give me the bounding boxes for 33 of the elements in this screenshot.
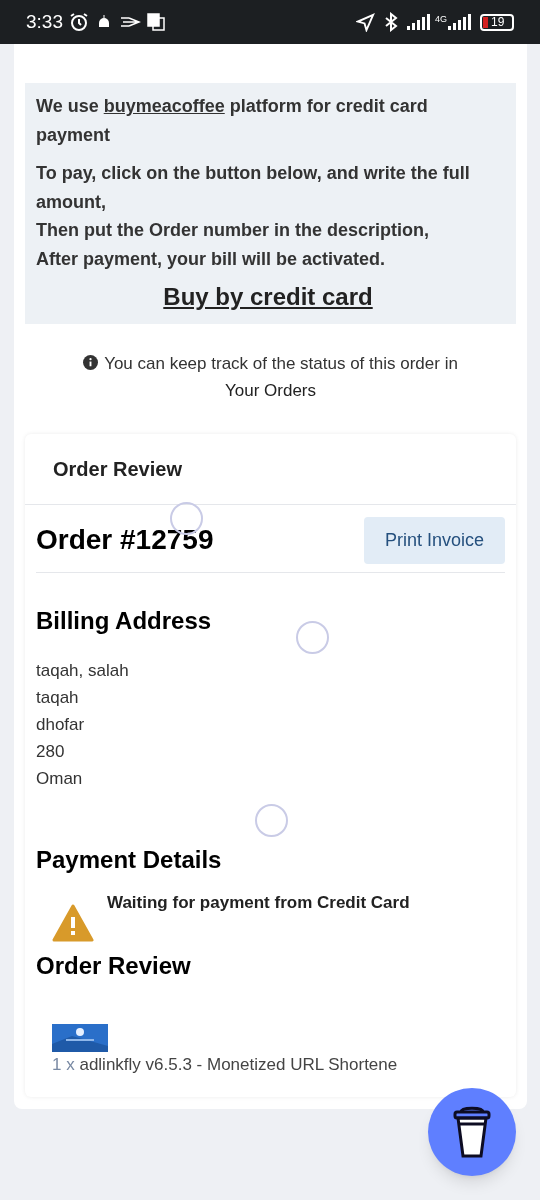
- address-line: dhofar: [36, 713, 85, 736]
- navigation-icon: [356, 12, 375, 32]
- item-name: adlinkfly v6.5.3 - Monetized URL Shortene: [79, 1054, 398, 1074]
- section-title: Billing Address: [36, 605, 212, 636]
- battery-level: 19: [491, 16, 505, 28]
- signal-icon: [448, 14, 472, 30]
- card-header: Order Review: [53, 456, 183, 482]
- section-title: Payment Details: [36, 844, 222, 875]
- coffee-cup-icon: [452, 1104, 492, 1160]
- touch-indicator: [296, 621, 329, 654]
- print-invoice-button[interactable]: Print Invoice: [363, 516, 505, 564]
- signal-icon: [407, 14, 431, 30]
- info-text: To pay, click on the button below, and write the full amount, Then put the Order number in the description, After payment, your bill will be activated.: [36, 162, 471, 271]
- warning-icon: [52, 903, 94, 942]
- section-title: Order Review: [36, 950, 191, 981]
- order-number: Order #12759: [36, 523, 214, 557]
- address-line: taqah, salah: [36, 659, 129, 682]
- battery-fill: [483, 16, 488, 28]
- touch-indicator: [255, 804, 288, 837]
- order-tracking-notice: You can keep track of the status of this order in Your Orders: [14, 349, 527, 404]
- address-line: taqah: [36, 686, 79, 709]
- info-text: We use buymeacoffee platform for credit card payment: [36, 95, 429, 147]
- credit-card-link[interactable]: Buy by credit card: [163, 283, 373, 312]
- address-line: 280: [36, 740, 65, 763]
- your-orders-link[interactable]: Your Orders: [225, 380, 316, 400]
- payment-status: Waiting for payment from Credit Card: [107, 891, 410, 914]
- address-line: Oman: [36, 767, 83, 790]
- clock: 3:33: [26, 9, 63, 34]
- info-icon: [83, 355, 99, 370]
- item-quantity: 1 x: [52, 1054, 75, 1074]
- bluetooth-icon: [383, 12, 399, 32]
- network-label: 4G: [435, 13, 447, 26]
- alarm-icon: [69, 12, 89, 32]
